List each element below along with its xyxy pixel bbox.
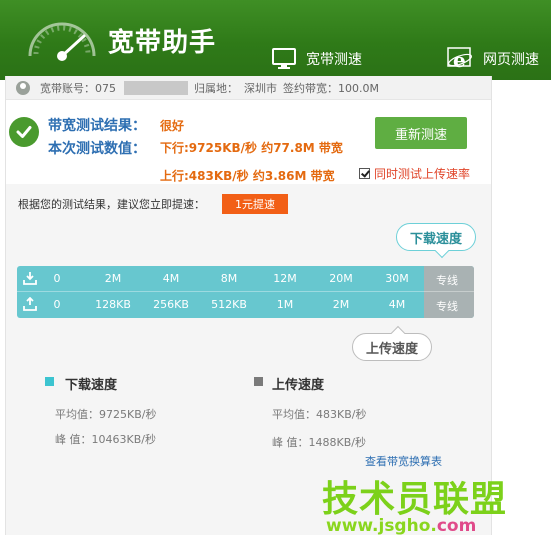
svg-text:e: e [453, 48, 466, 71]
upload-peak: 峰 值：1488KB/秒 [272, 436, 366, 449]
watermark-logo: 技术员联盟 [322, 479, 508, 520]
download-peak: 峰 值：10463KB/秒 [55, 433, 156, 446]
upload-scale-row: 0 128KB 256KB 512KB 1M 2M 4M 专线 [17, 292, 474, 318]
tab-webpage-label: 网页测速 [483, 52, 539, 68]
speedometer-icon [28, 22, 96, 61]
download-tick: 2M [104, 272, 122, 285]
upload-speed-callout: 上传速度 [352, 333, 432, 361]
upload-checkbox-label: 同时测试上传速率 [374, 167, 471, 181]
upload-tick: 2M [332, 298, 350, 311]
upload-icon [23, 297, 37, 311]
test-value-label: 本次测试数值： [48, 141, 146, 157]
watermark-domain: www.jsgho. [326, 516, 437, 536]
download-tick: 4M [162, 272, 180, 285]
masked-account-number [124, 80, 188, 95]
tab-bandwidth-label: 宽带测速 [306, 52, 362, 68]
upload-tick: 专线 [436, 300, 458, 313]
check-icon [9, 117, 39, 147]
watermark-tld: com [436, 516, 477, 536]
bandwidth-conversion-link[interactable]: 查看带宽换算表 [365, 453, 442, 469]
location-label: 归属地： [194, 81, 238, 95]
upload-tick: 0 [53, 298, 61, 311]
tab-bandwidth-speed-test[interactable]: 宽带测速 [272, 40, 362, 78]
app-title: 宽带助手 [108, 28, 217, 58]
upload-tick: 256KB [153, 298, 189, 311]
download-legend-title: 下载速度 [65, 378, 118, 393]
speed-scale: 0 2M 4M 8M 12M 20M 30M 专线 0 128KB 256KB … [17, 266, 474, 318]
upload-average: 平均值：483KB/秒 [272, 408, 367, 421]
monitor-icon [272, 48, 296, 70]
upload-tick: 128KB [95, 298, 131, 311]
ie-browser-icon: e [447, 47, 473, 71]
upload-tick: 4M [388, 298, 406, 311]
checkbox-checked-icon[interactable] [359, 168, 370, 179]
upload-tick: 512KB [211, 298, 247, 311]
download-result: 下行:9725KB/秒 约77.8M 带宽 [160, 141, 343, 155]
upload-legend-title: 上传速度 [272, 378, 325, 393]
account-number-label: 宽带账号：075 [40, 81, 116, 95]
retest-button[interactable]: 重新测速 [375, 117, 467, 149]
download-speed-callout: 下载速度 [396, 223, 476, 251]
user-icon [16, 80, 30, 95]
download-tick: 8M [220, 272, 238, 285]
contract-bandwidth: 签约带宽：100.0M [283, 81, 379, 95]
tab-webpage-speed-test[interactable]: e 网页测速 [447, 40, 539, 78]
app-header: 宽带助手 宽带测速 e 网页测速 [0, 0, 551, 80]
download-tick: 0 [53, 272, 61, 285]
download-tick: 专线 [436, 274, 458, 287]
watermark-url: www.jsgho.com [326, 516, 476, 536]
upload-test-checkbox[interactable]: 同时测试上传速率 [359, 165, 470, 182]
location-value: 深圳市 [244, 81, 277, 95]
download-tick: 12M [273, 272, 297, 285]
result-rating: 很好 [160, 119, 185, 133]
download-scale-row: 0 2M 4M 8M 12M 20M 30M 专线 [17, 266, 474, 292]
upload-legend-swatch [254, 377, 263, 386]
account-info-bar: 宽带账号：075 归属地： 深圳市 签约带宽：100.0M [6, 76, 491, 100]
download-tick: 20M [329, 272, 353, 285]
download-icon [23, 272, 37, 285]
speedup-button[interactable]: 1元提速 [222, 194, 288, 214]
download-tick: 30M [385, 272, 409, 285]
speedup-suggestion: 根据您的测试结果，建议您立即提速： [18, 198, 205, 211]
result-label: 带宽测试结果： [48, 118, 146, 134]
upload-tick: 1M [276, 298, 294, 311]
download-legend-swatch [45, 377, 54, 386]
download-average: 平均值：9725KB/秒 [55, 408, 157, 421]
upload-result: 上行:483KB/秒 约3.86M 带宽 [160, 169, 335, 183]
